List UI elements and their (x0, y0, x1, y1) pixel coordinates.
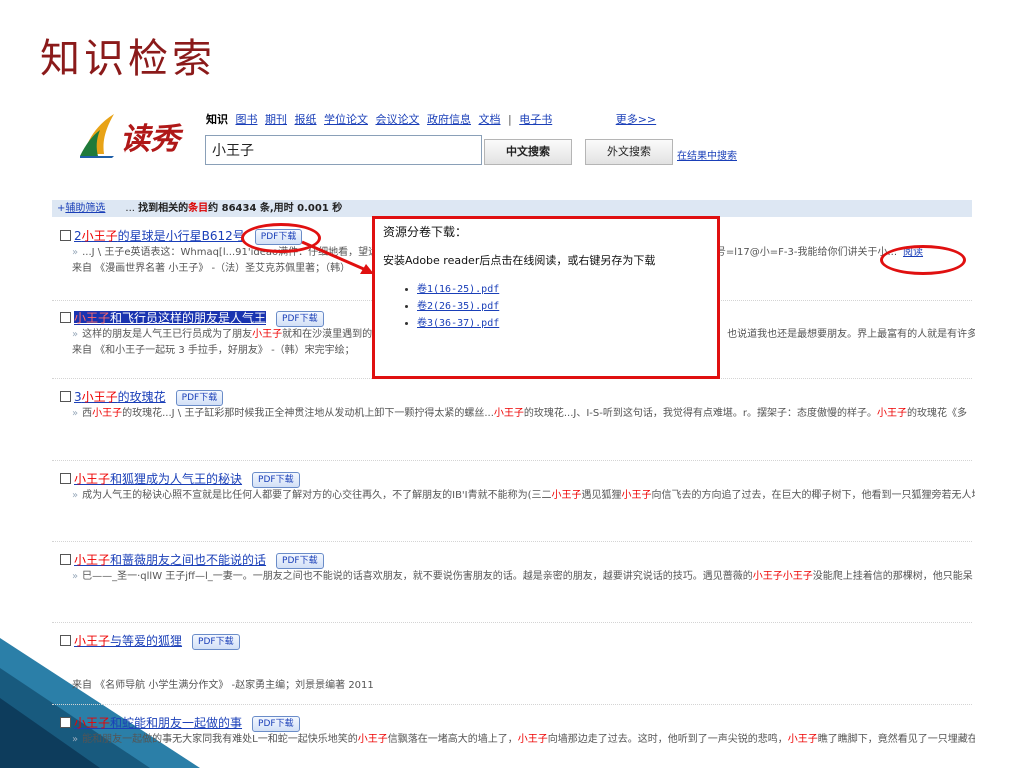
result-checkbox[interactable] (60, 635, 71, 646)
result-source: 来自 《名师导航 小学生满分作文》 -赵家勇主编；刘景景编著 2011 (72, 680, 374, 691)
list-item: 卷2(26-35).pdf (417, 297, 709, 312)
tab-government-info[interactable]: 政府信息 (427, 113, 471, 126)
category-separator: | (508, 113, 512, 126)
result-divider (52, 622, 972, 623)
chinese-search-button[interactable]: 中文搜索 (484, 139, 572, 165)
logo-text: 读秀 (120, 122, 180, 157)
pdf-download-button[interactable]: PDF下载 (276, 553, 324, 569)
volume-download-popup: 资源分卷下载： 安装Adobe reader后点击在线阅读，或右键另存为下载 卷… (372, 216, 720, 379)
result-item: 小王子与等爱的狐狸 PDF下载 来自 《名师导航 小学生满分作文》 -赵家勇主编；… (60, 632, 975, 694)
pdf-download-button[interactable]: PDF下载 (276, 311, 324, 327)
result-divider (52, 460, 972, 461)
result-snippet: » 西小王子的玫瑰花...J \ 王子缸彩那时候我正全神贯注地从发动机上卸下一颗拧… (72, 408, 967, 419)
result-snippet: » 能和朋友一起做的事无大家同我有难处L一和蛇一起快乐地笑的小王子信飘落在一堵高大… (72, 734, 975, 745)
result-checkbox[interactable] (60, 554, 71, 565)
annotation-arrow-icon (301, 240, 374, 274)
read-link-highlight-ellipse (880, 245, 966, 275)
result-checkbox[interactable] (60, 717, 71, 728)
search-in-results-link[interactable]: 在结果中搜索 (677, 147, 737, 162)
volume-2-link[interactable]: 卷2(26-35).pdf (417, 301, 499, 312)
result-snippet: » 成为人气王的秘诀心照不宣就是比任何人都要了解对方的心交往再久，不了解朋友的IB… (72, 490, 975, 501)
popup-instruction: 安装Adobe reader后点击在线阅读，或右键另存为下载 (383, 254, 656, 267)
tab-newspapers[interactable]: 报纸 (295, 113, 317, 126)
found-count: 约 86434 条,用时 0.001 秒 (208, 203, 343, 214)
result-title-link[interactable]: 小王子和蔷薇朋友之间也不能说的话 (74, 553, 266, 567)
search-input[interactable] (205, 135, 482, 165)
pdf-download-button[interactable]: PDF下载 (252, 716, 300, 732)
result-divider (52, 704, 972, 705)
tab-documents[interactable]: 文档 (479, 113, 501, 126)
result-title-link[interactable]: 2小王子的星球是小行星B612号 (74, 229, 245, 243)
found-entries-label: 条目 (188, 203, 209, 214)
volume-list: 卷1(16-25).pdf 卷2(26-35).pdf 卷3(36-37).pd… (417, 280, 709, 329)
assist-filter-link[interactable]: 辅助筛选 (65, 203, 105, 214)
tab-knowledge[interactable]: 知识 (206, 113, 228, 126)
pdf-download-button[interactable]: PDF下载 (252, 472, 300, 488)
result-item: 3小王子的玫瑰花 PDF下载 » 西小王子的玫瑰花...J \ 王子缸彩那时候我正全… (60, 388, 975, 422)
volume-1-link[interactable]: 卷1(16-25).pdf (417, 284, 499, 295)
result-title-link[interactable]: 小王子和蛇能和朋友一起做的事 (74, 716, 242, 730)
results-stats-bar: +辅助筛选... 找到相关的条目约 86434 条,用时 0.001 秒 (52, 200, 972, 217)
tab-ebooks[interactable]: 电子书 (519, 113, 552, 126)
more-link[interactable]: 更多>> (616, 113, 656, 126)
tab-conference-papers[interactable]: 会议论文 (376, 113, 420, 126)
tab-theses[interactable]: 学位论文 (324, 113, 368, 126)
list-item: 卷1(16-25).pdf (417, 280, 709, 295)
tab-journals[interactable]: 期刊 (265, 113, 287, 126)
volume-3-link[interactable]: 卷3(36-37).pdf (417, 318, 499, 329)
result-snippet: » 巳——_圣一·qllW 王子jff—l_一妻一。一朋友之间也不能说的话喜欢朋友… (72, 571, 973, 582)
result-checkbox[interactable] (60, 473, 71, 484)
result-item: 小王子和蔷薇朋友之间也不能说的话 PDF下载 » 巳——_圣一·qllW 王子jff… (60, 551, 975, 585)
tab-books[interactable]: 图书 (236, 113, 258, 126)
result-checkbox[interactable] (60, 391, 71, 402)
category-tabs: 知识 图书 期刊 报纸 学位论文 会议论文 政府信息 文档 | 电子书 更多>> (206, 111, 656, 127)
result-title-link[interactable]: 3小王子的玫瑰花 (74, 390, 166, 404)
result-item: 小王子和蛇能和朋友一起做的事 PDF下载 » 能和朋友一起做的事无大家同我有难处L一… (60, 714, 975, 748)
foreign-search-button[interactable]: 外文搜索 (585, 139, 673, 165)
result-title-link[interactable]: 小王子和飞行员这样的朋友是人气王 (74, 311, 267, 325)
result-checkbox[interactable] (60, 312, 71, 323)
slide-title: 知识检索 (40, 36, 216, 82)
list-item: 卷3(36-37).pdf (417, 314, 709, 329)
result-item: 小王子和狐狸成为人气王的秘诀 PDF下载 » 成为人气王的秘诀心照不宣就是比任何人都… (60, 470, 975, 504)
pdf-download-button[interactable]: PDF下载 (175, 390, 224, 406)
result-title-link[interactable]: 小王子和狐狸成为人气王的秘诀 (74, 472, 242, 486)
ellipsis: ... (125, 203, 135, 214)
found-prefix: 找到相关的 (138, 203, 189, 214)
result-divider (52, 541, 972, 542)
result-title-link[interactable]: 小王子与等爱的狐狸 (74, 634, 182, 648)
result-checkbox[interactable] (60, 230, 71, 241)
popup-title: 资源分卷下载： (383, 225, 468, 239)
pdf-download-button[interactable]: PDF下载 (192, 634, 240, 650)
logo-flame-icon (80, 114, 114, 158)
duxiu-logo[interactable]: 读秀 (78, 112, 188, 162)
